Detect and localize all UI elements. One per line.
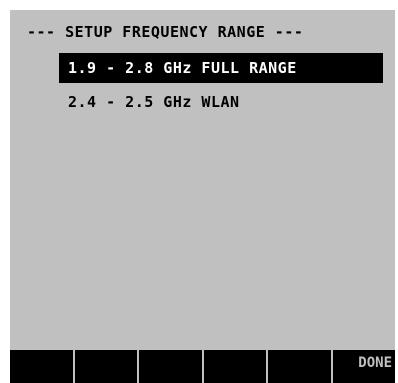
- option-full-range[interactable]: 1.9 - 2.8 GHz FULL RANGE: [59, 53, 383, 83]
- done-softkey[interactable]: DONE: [332, 350, 395, 383]
- softkey-3[interactable]: [139, 350, 202, 383]
- option-wlan[interactable]: 2.4 - 2.5 GHz WLAN: [59, 87, 383, 117]
- softkey-bar: DONE: [10, 350, 395, 383]
- softkey-1[interactable]: [10, 350, 73, 383]
- menu-title: --- SETUP FREQUENCY RANGE ---: [27, 23, 304, 41]
- softkey-5[interactable]: [268, 350, 331, 383]
- instrument-screen: --- SETUP FREQUENCY RANGE --- 1.9 - 2.8 …: [10, 10, 395, 383]
- softkey-4[interactable]: [203, 350, 266, 383]
- softkey-2[interactable]: [74, 350, 137, 383]
